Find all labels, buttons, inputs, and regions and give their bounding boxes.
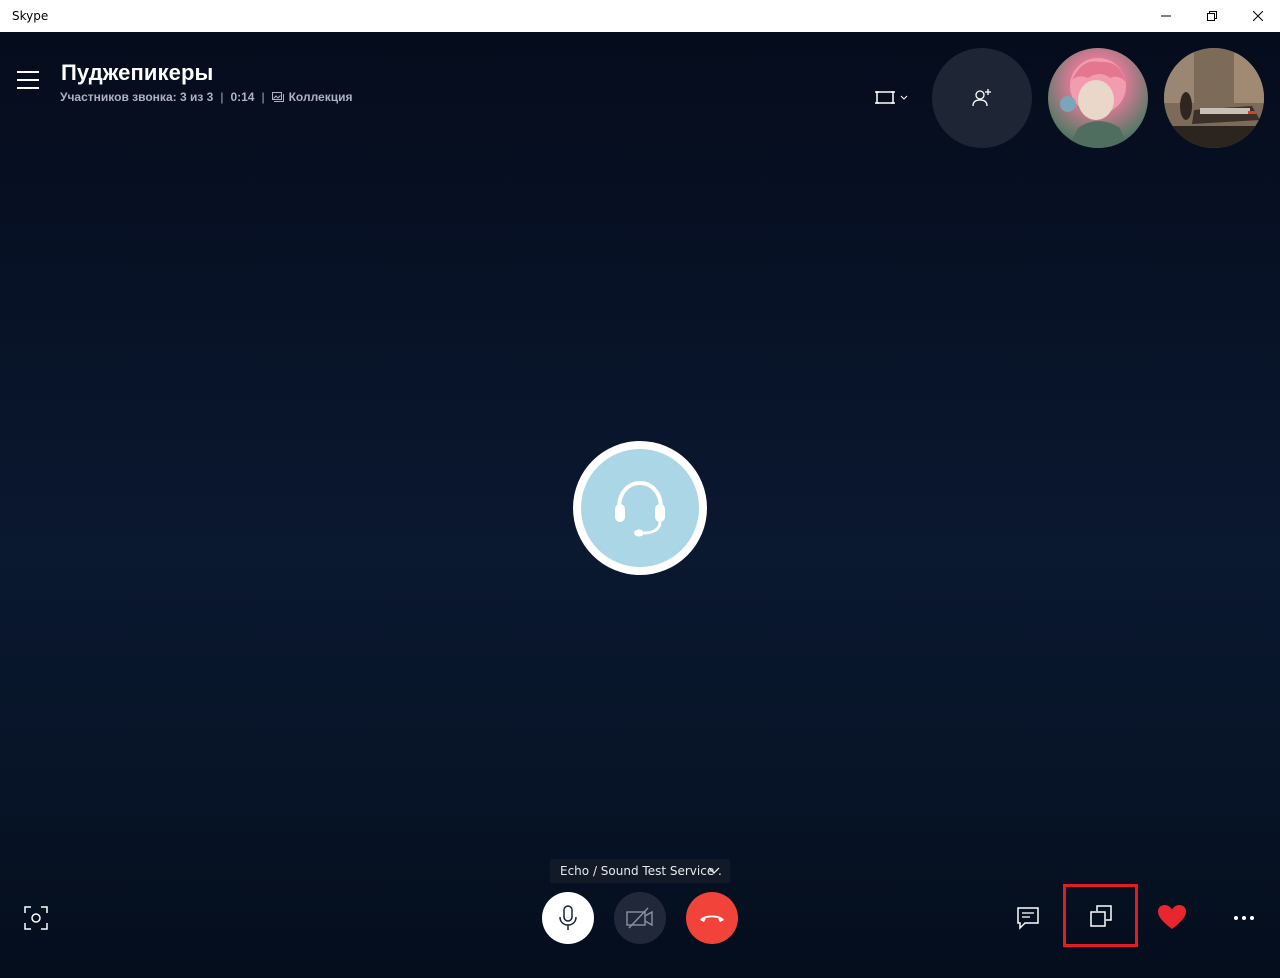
separator: | — [261, 90, 265, 104]
participant-avatar[interactable] — [1164, 48, 1264, 148]
microphone-icon — [559, 905, 577, 930]
participant-avatar[interactable] — [1048, 48, 1148, 148]
more-options-button[interactable] — [1228, 902, 1260, 934]
layout-button[interactable] — [871, 86, 911, 110]
chat-icon — [1017, 907, 1039, 930]
call-duration: 0:14 — [230, 90, 255, 104]
close-icon — [1253, 11, 1263, 21]
gallery-link[interactable]: Коллекция — [289, 90, 353, 104]
hang-up-icon — [700, 915, 724, 922]
menu-button[interactable] — [12, 64, 44, 96]
separator: | — [220, 90, 224, 104]
chat-button[interactable] — [1012, 902, 1044, 934]
headset-icon — [615, 480, 665, 537]
restore-icon — [1207, 11, 1217, 21]
minimize-icon — [1161, 15, 1171, 17]
minimize-button[interactable] — [1143, 0, 1189, 32]
react-button[interactable] — [1155, 900, 1189, 934]
add-person-icon — [972, 89, 991, 107]
avatar-background — [581, 449, 699, 567]
heart-icon — [1158, 905, 1186, 929]
hamburger-icon — [17, 71, 39, 89]
call-stage: Пуджепикеры Участников звонка: 3 из 3 | … — [0, 32, 1280, 978]
chevron-down-icon — [708, 867, 720, 874]
call-info: Участников звонка: 3 из 3 | 0:14 | Колле… — [60, 90, 352, 104]
avatar-image — [1164, 48, 1264, 148]
video-off-icon — [626, 907, 653, 929]
switch-view-button[interactable] — [1063, 884, 1138, 947]
more-icon — [1234, 916, 1254, 920]
restore-button[interactable] — [1189, 0, 1235, 32]
video-toggle-button[interactable] — [614, 892, 666, 944]
audio-device-selector[interactable]: Echo / Sound Test Service . — [550, 859, 730, 883]
participants-count: Участников звонка: 3 из 3 — [60, 90, 214, 104]
layout-icon — [875, 91, 908, 104]
switch-view-icon — [1089, 904, 1112, 927]
center-participant-avatar[interactable] — [573, 441, 707, 575]
window-title-bar: Skype — [0, 0, 1280, 32]
audio-device-label: Echo / Sound Test Service . — [560, 864, 722, 878]
close-button[interactable] — [1235, 0, 1280, 32]
mute-button[interactable] — [542, 892, 594, 944]
window-title: Skype — [12, 9, 49, 23]
avatar-image — [1060, 58, 1128, 148]
screenshot-button[interactable] — [20, 902, 52, 934]
conversation-title: Пуджепикеры — [61, 60, 214, 85]
screenshot-icon — [24, 906, 48, 930]
end-call-button[interactable] — [686, 892, 738, 944]
gallery-icon[interactable] — [271, 92, 284, 102]
add-participant-button[interactable] — [932, 48, 1032, 148]
